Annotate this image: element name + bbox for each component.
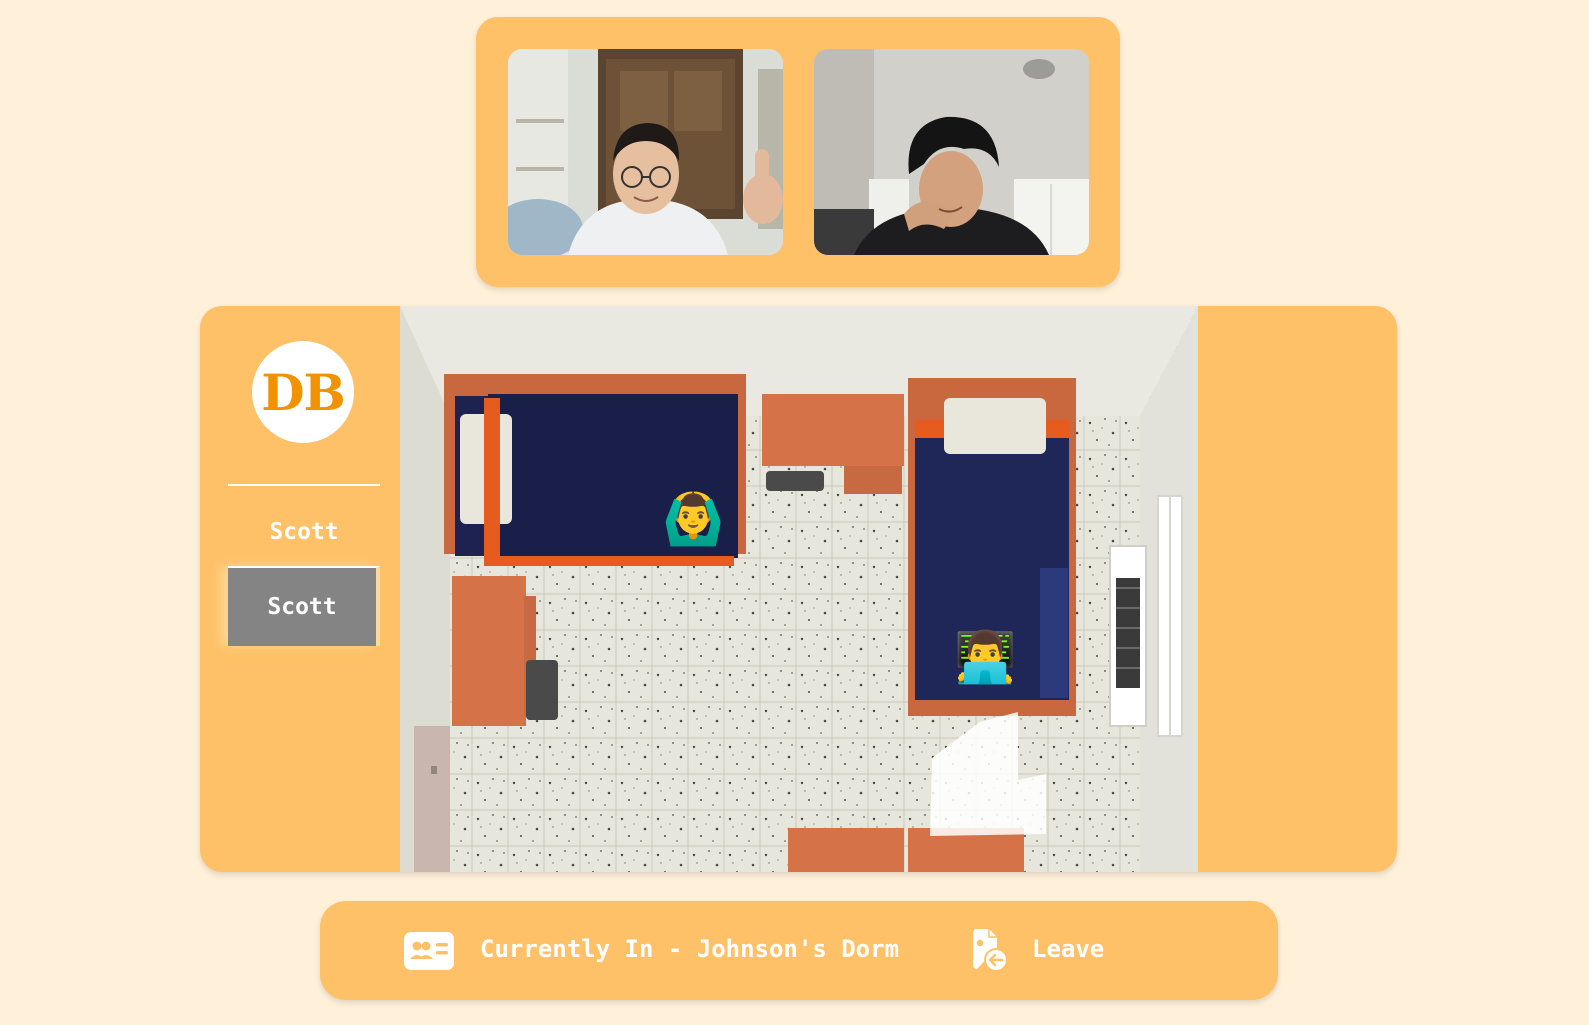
leave-door-icon [970,929,1010,977]
sidebar-user-item-active[interactable]: Scott [228,566,380,646]
video-call-panel [476,17,1120,287]
video-tile-participant-2[interactable] [814,49,1089,255]
room-card-icon [404,932,454,974]
avatar-person-gesturing-ok[interactable]: 🙆‍♂️ [662,494,724,544]
leave-label: Leave [1032,935,1105,963]
main-panel: DB Scott Scott [200,306,1397,872]
current-room-status: Currently In - Johnson's Dorm [480,935,900,963]
app-logo: DB [252,341,354,443]
dorm-room-map[interactable]: 🙆‍♂️ 👨‍💻 [400,306,1198,872]
dorm-room-floorplan [400,306,1198,872]
bottom-status-bar: Currently In - Johnson's Dorm Leave [320,901,1278,1000]
sidebar-user-item[interactable]: Scott [228,504,380,560]
sidebar-divider [228,484,380,486]
leave-button[interactable]: Leave [970,921,1130,981]
avatar-man-technologist[interactable]: 👨‍💻 [954,632,1016,682]
video-tile-participant-1[interactable] [508,49,783,255]
